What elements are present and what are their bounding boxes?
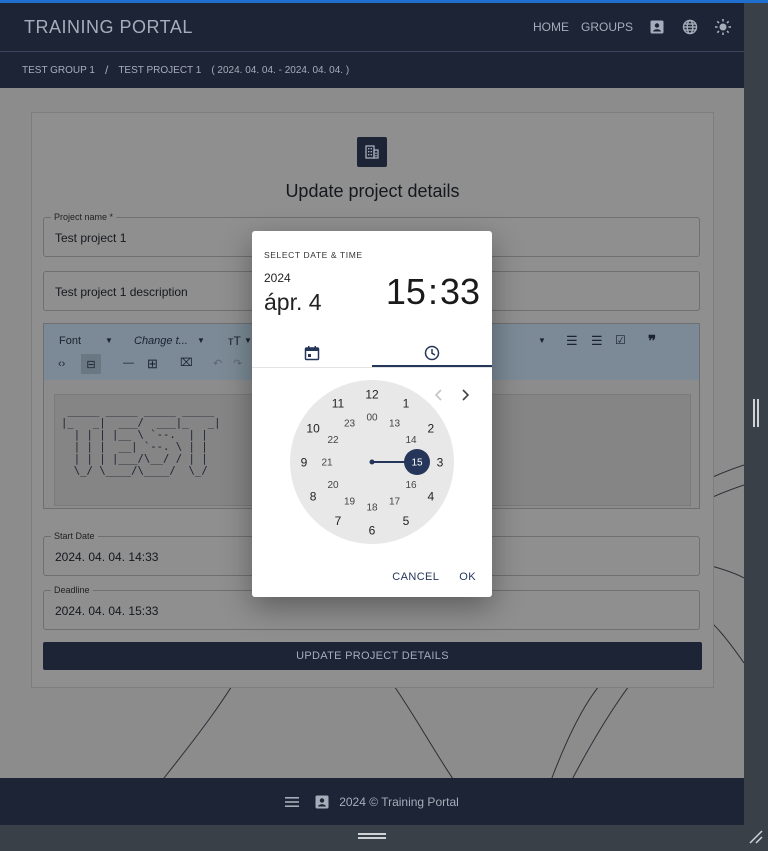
font-select[interactable]: Font: [59, 335, 81, 347]
nav-groups-link[interactable]: GROUPS: [581, 20, 633, 34]
bulleted-list-icon[interactable]: ☰: [591, 333, 603, 349]
brand-title[interactable]: TRAINING PORTAL: [24, 17, 193, 38]
clock-number-9[interactable]: 9: [301, 455, 308, 469]
dialog-actions: CANCEL OK: [392, 571, 476, 583]
date-button[interactable]: ápr. 4: [264, 289, 322, 316]
align-chevron-down-icon[interactable]: ▼: [538, 336, 546, 345]
menu-icon[interactable]: [285, 796, 300, 808]
year-button[interactable]: 2024: [264, 271, 291, 285]
clock-number-23[interactable]: 23: [344, 419, 356, 430]
font-chevron-down-icon[interactable]: ▼: [105, 336, 113, 345]
project-name-label: Project name *: [51, 212, 117, 222]
clock-center: [369, 459, 375, 465]
clock-number-11[interactable]: 11: [332, 396, 345, 410]
contact-card-icon[interactable]: [645, 15, 669, 39]
todo-list-icon[interactable]: ☑: [615, 333, 626, 347]
clock-number-8[interactable]: 8: [310, 489, 317, 503]
blockquote-icon[interactable]: ❞: [648, 332, 656, 350]
clock-number-20[interactable]: 20: [327, 480, 339, 491]
clock-number-18[interactable]: 18: [366, 503, 378, 514]
horizontal-line-icon[interactable]: —: [123, 357, 134, 369]
app-footer: 2024 © Training Portal: [0, 778, 744, 825]
globe-icon[interactable]: [678, 15, 702, 39]
code-icon[interactable]: ‹›: [58, 358, 65, 370]
bottom-resize-icon[interactable]: [0, 825, 768, 851]
start-date-value: 2024. 04. 04. 14:33: [55, 550, 159, 564]
tab-divider: [252, 367, 492, 368]
datetime-picker-dialog: SELECT DATE & TIME 2024 ápr. 4 15:33 12 1…: [252, 231, 492, 597]
update-project-button[interactable]: UPDATE PROJECT DETAILS: [43, 642, 702, 670]
breadcrumb: TEST GROUP 1 / TEST PROJECT 1 ( 2024. 04…: [0, 52, 744, 88]
deadline-value: 2024. 04. 04. 15:33: [55, 604, 159, 618]
clock-number-7[interactable]: 7: [335, 514, 342, 528]
clock-number-6[interactable]: 6: [369, 523, 376, 537]
font-size-chevron-down-icon[interactable]: ▼: [244, 336, 252, 345]
breadcrumb-project-link[interactable]: TEST PROJECT 1: [118, 65, 201, 76]
clock-number-17[interactable]: 17: [389, 497, 401, 508]
clock-number-00[interactable]: 00: [366, 413, 378, 424]
numbered-list-icon[interactable]: ☰: [566, 333, 578, 349]
remove-format-icon[interactable]: ⌧: [180, 356, 193, 369]
footer-copyright: 2024 © Training Portal: [339, 794, 459, 809]
resize-handle-icon[interactable]: [744, 3, 768, 825]
clock-number-14[interactable]: 14: [405, 435, 417, 446]
picker-tabs: [252, 338, 492, 368]
deadline-label: Deadline: [51, 585, 93, 595]
table-icon[interactable]: ⊞: [147, 356, 158, 372]
minute-button[interactable]: 33: [440, 271, 480, 312]
undo-icon[interactable]: ↶: [213, 357, 222, 370]
chevron-right-icon[interactable]: [462, 389, 470, 401]
window-side-strip: [744, 3, 768, 825]
nav-home-link[interactable]: HOME: [533, 20, 569, 34]
calendar-icon: [304, 346, 320, 361]
time-display: 15:33: [386, 271, 480, 313]
clock-number-15[interactable]: 15: [411, 458, 423, 469]
clock-number-22[interactable]: 22: [327, 435, 339, 446]
breadcrumb-date-range: ( 2024. 04. 04. - 2024. 04. 04. ): [211, 64, 350, 76]
tab-time[interactable]: [372, 338, 492, 368]
clock-number-5[interactable]: 5: [403, 514, 410, 528]
clock-number-21[interactable]: 21: [321, 458, 333, 469]
description-value: Test project 1 description: [55, 285, 188, 299]
ok-button[interactable]: OK: [459, 571, 476, 583]
building-icon: [357, 137, 387, 167]
clock-number-12[interactable]: 12: [365, 387, 379, 401]
clock-number-3[interactable]: 3: [437, 455, 444, 469]
font-size-icon[interactable]: тT: [228, 334, 241, 348]
redo-icon[interactable]: ↷: [233, 357, 242, 370]
project-name-value: Test project 1: [55, 231, 127, 245]
clock-icon: [424, 345, 440, 361]
source-editing-icon[interactable]: ⊟: [81, 354, 101, 374]
clock-number-1[interactable]: 1: [403, 396, 410, 410]
start-date-label: Start Date: [51, 531, 98, 541]
page-title: Update project details: [285, 181, 460, 201]
tab-date[interactable]: [252, 338, 372, 368]
contact-card-icon[interactable]: [315, 795, 329, 809]
clock-number-16[interactable]: 16: [405, 480, 417, 491]
time-separator: :: [427, 271, 438, 312]
change-type-select[interactable]: Change t...: [134, 335, 188, 347]
breadcrumb-separator: /: [104, 63, 109, 77]
hour-button[interactable]: 15: [386, 271, 426, 312]
sun-icon[interactable]: [711, 15, 735, 39]
app-header: TRAINING PORTAL HOME GROUPS: [0, 3, 744, 52]
breadcrumb-group-link[interactable]: TEST GROUP 1: [22, 65, 95, 76]
top-nav: HOME GROUPS: [533, 3, 744, 51]
clock-number-2[interactable]: 2: [428, 421, 435, 435]
clock-number-4[interactable]: 4: [428, 489, 435, 503]
clock-number-19[interactable]: 19: [344, 497, 356, 508]
window-bottom-strip: [0, 825, 768, 851]
change-chevron-down-icon[interactable]: ▼: [197, 336, 205, 345]
cancel-button[interactable]: CANCEL: [392, 571, 439, 583]
clock-number-10[interactable]: 10: [306, 421, 320, 435]
dialog-caption: SELECT DATE & TIME: [264, 250, 363, 260]
clock-number-13[interactable]: 13: [389, 419, 401, 430]
clock-face[interactable]: 121234567891011001314151617181920212223: [290, 380, 454, 544]
